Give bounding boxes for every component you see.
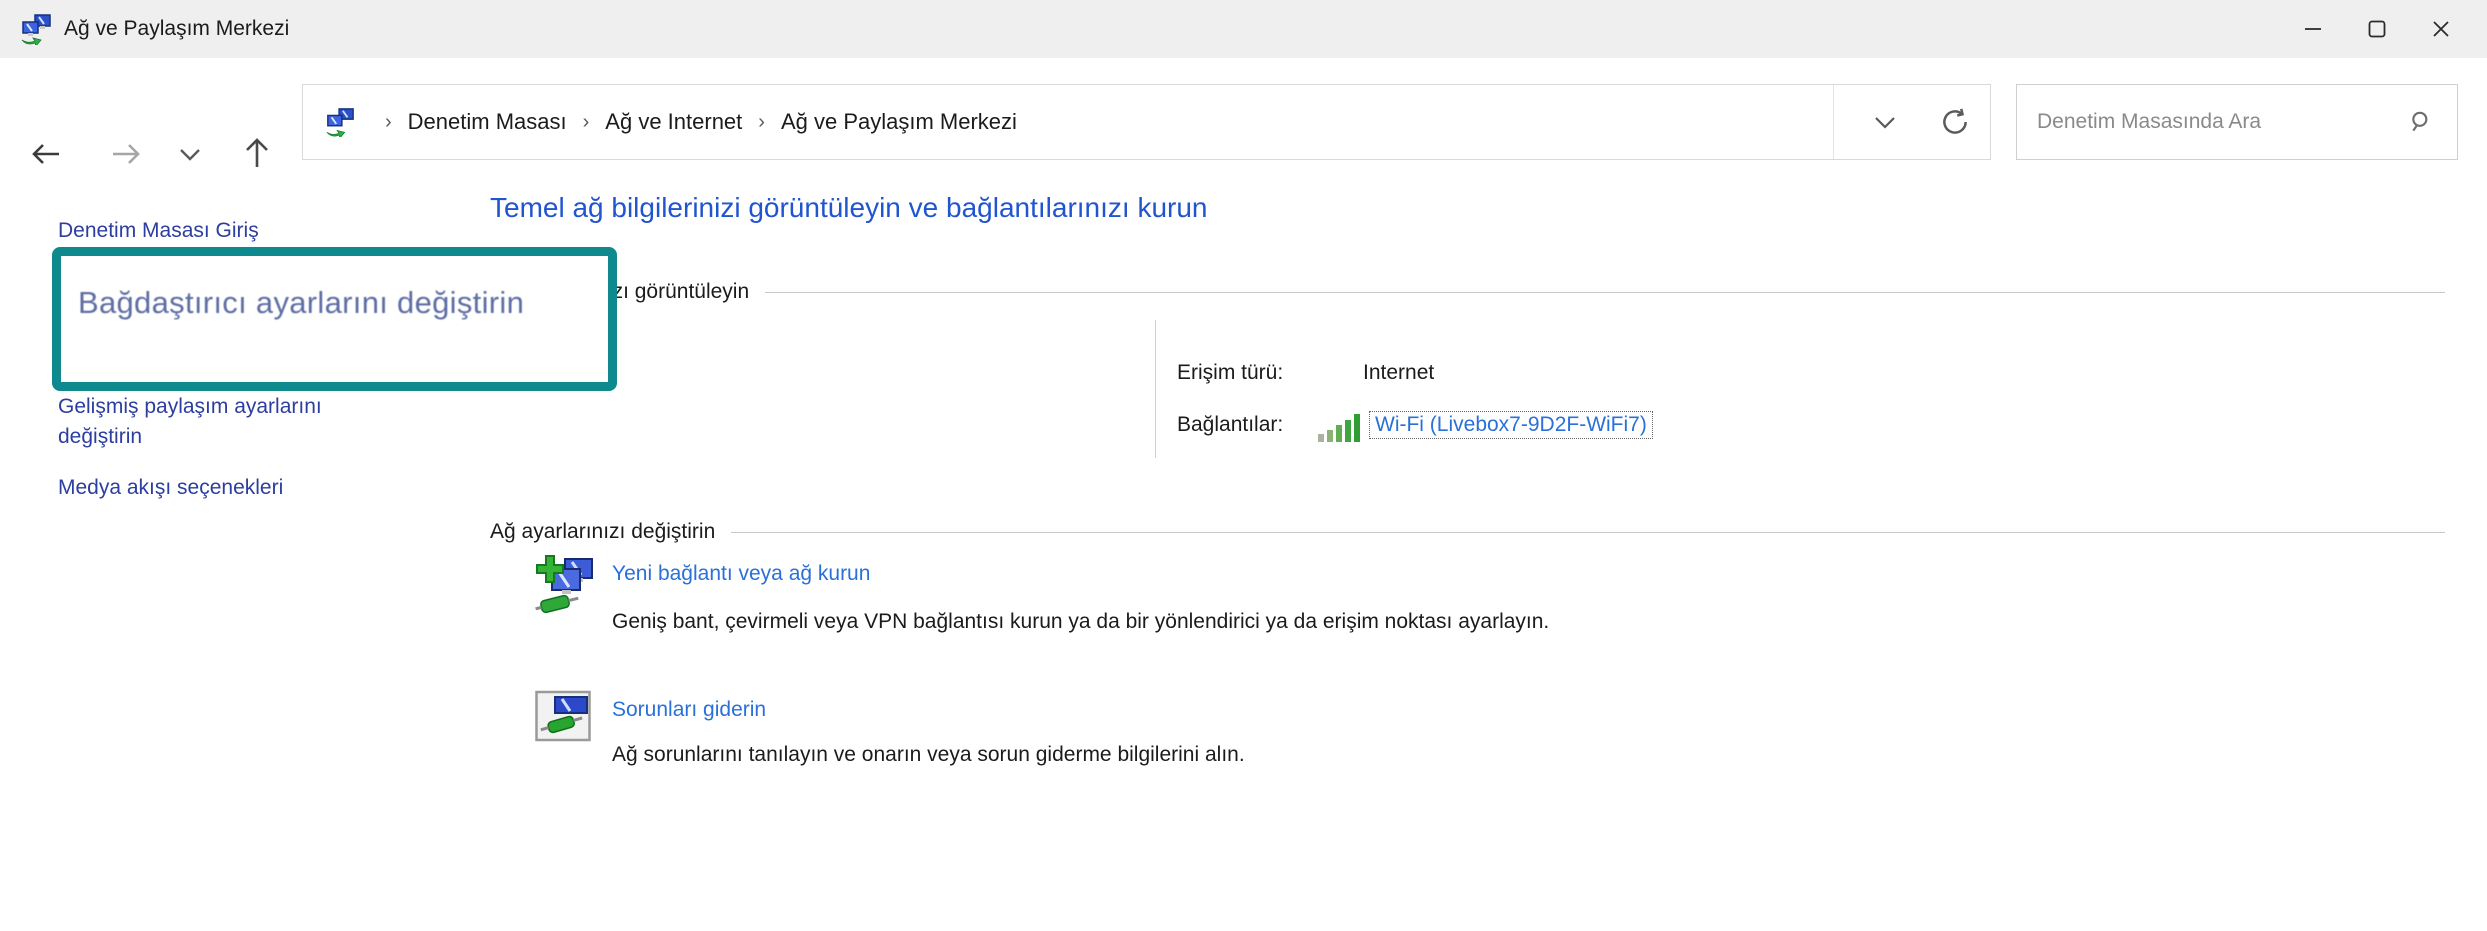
breadcrumb-separator: › xyxy=(583,111,590,134)
search-box xyxy=(2016,84,2458,160)
address-dropdown-button[interactable] xyxy=(1849,85,1921,159)
maximize-icon xyxy=(2366,18,2388,40)
search-icon[interactable] xyxy=(2409,109,2435,135)
maximize-button[interactable] xyxy=(2345,0,2409,58)
sidebar-item-media-streaming-options[interactable]: Medya akışı seçenekleri xyxy=(58,473,283,503)
access-type-row: Erişim türü: Internet xyxy=(1177,361,1434,385)
breadcrumb-item-network-sharing-center[interactable]: Ağ ve Paylaşım Merkezi xyxy=(781,109,1017,135)
change-network-settings-section-header: Ağ ayarlarınızı değiştirin xyxy=(490,520,2445,544)
wifi-signal-icon xyxy=(1318,412,1362,442)
active-networks-section-header: Etkin ağlarınızı görüntüleyin xyxy=(490,280,2445,304)
minimize-button[interactable] xyxy=(2281,0,2345,58)
breadcrumb-location-icon xyxy=(325,107,355,137)
network-app-icon xyxy=(20,13,52,45)
setup-new-connection-icon xyxy=(535,554,599,618)
active-network-divider xyxy=(1155,320,1156,458)
sidebar-item-control-panel-home[interactable]: Denetim Masası Giriş xyxy=(58,216,259,246)
address-bar[interactable]: › Denetim Masası › Ağ ve Internet › Ağ v… xyxy=(302,84,1991,160)
refresh-button[interactable] xyxy=(1921,85,1989,159)
breadcrumb: › Denetim Masası › Ağ ve Internet › Ağ v… xyxy=(369,109,1017,135)
breadcrumb-separator: › xyxy=(385,111,392,134)
page-title: Temel ağ bilgilerinizi görüntüleyin ve b… xyxy=(490,192,1208,224)
navigation-bar: › Denetim Masası › Ağ ve Internet › Ağ v… xyxy=(0,58,2487,180)
search-input[interactable] xyxy=(2037,110,2409,134)
title-bar: Ağ ve Paylaşım Merkezi xyxy=(0,0,2487,58)
setup-new-connection-link[interactable]: Yeni bağlantı veya ağ kurun xyxy=(612,562,870,586)
sidebar-item-change-adapter-settings[interactable]: Bağdaştırıcı ayarlarını değiştirin xyxy=(78,278,558,327)
forward-icon xyxy=(107,139,143,169)
minimize-icon xyxy=(2302,18,2324,40)
access-type-value: Internet xyxy=(1363,361,1434,385)
connections-label: Bağlantılar: xyxy=(1177,413,1318,437)
sidebar-item-advanced-sharing-settings[interactable]: Gelişmiş paylaşım ayarlarını değiştirin xyxy=(58,392,398,452)
breadcrumb-item-control-panel[interactable]: Denetim Masası xyxy=(408,109,567,135)
content-area: Denetim Masası Giriş Bağdaştırıcı ayarla… xyxy=(0,180,2487,931)
network-sharing-center-window: { "window": { "title": "Ağ ve Paylaşım M… xyxy=(0,0,2487,931)
up-button[interactable] xyxy=(235,132,279,176)
forward-button[interactable] xyxy=(103,132,147,176)
recent-pages-button[interactable] xyxy=(168,132,212,176)
section-rule xyxy=(765,292,2445,293)
access-type-label: Erişim türü: xyxy=(1177,361,1363,385)
annotation-highlight-box[interactable]: Bağdaştırıcı ayarlarını değiştirin xyxy=(52,247,617,391)
refresh-icon xyxy=(1940,107,1970,137)
wifi-connection-link[interactable]: Wi-Fi (Livebox7-9D2F-WiFi7) xyxy=(1369,411,1653,439)
breadcrumb-item-network-internet[interactable]: Ağ ve Internet xyxy=(605,109,742,135)
change-network-settings-section-title: Ağ ayarlarınızı değiştirin xyxy=(490,520,715,544)
back-button[interactable] xyxy=(25,132,69,176)
troubleshoot-link[interactable]: Sorunları giderin xyxy=(612,698,766,722)
breadcrumb-separator: › xyxy=(758,111,765,134)
close-icon xyxy=(2430,18,2452,40)
section-rule xyxy=(731,532,2445,533)
address-bar-divider xyxy=(1833,85,1834,159)
troubleshoot-icon xyxy=(535,688,591,744)
chevron-down-icon xyxy=(178,146,202,162)
back-icon xyxy=(29,139,65,169)
close-button[interactable] xyxy=(2409,0,2473,58)
connections-row: Bağlantılar: Wi-Fi (Livebox7-9D2F-WiFi7) xyxy=(1177,410,1653,440)
chevron-down-icon xyxy=(1873,114,1897,130)
window-controls xyxy=(2281,0,2473,58)
up-arrow-icon xyxy=(242,137,272,171)
window-title: Ağ ve Paylaşım Merkezi xyxy=(64,17,289,41)
troubleshoot-description: Ağ sorunlarını tanılayın ve onarın veya … xyxy=(612,743,1245,767)
setup-new-connection-description: Geniş bant, çevirmeli veya VPN bağlantıs… xyxy=(612,610,1549,634)
